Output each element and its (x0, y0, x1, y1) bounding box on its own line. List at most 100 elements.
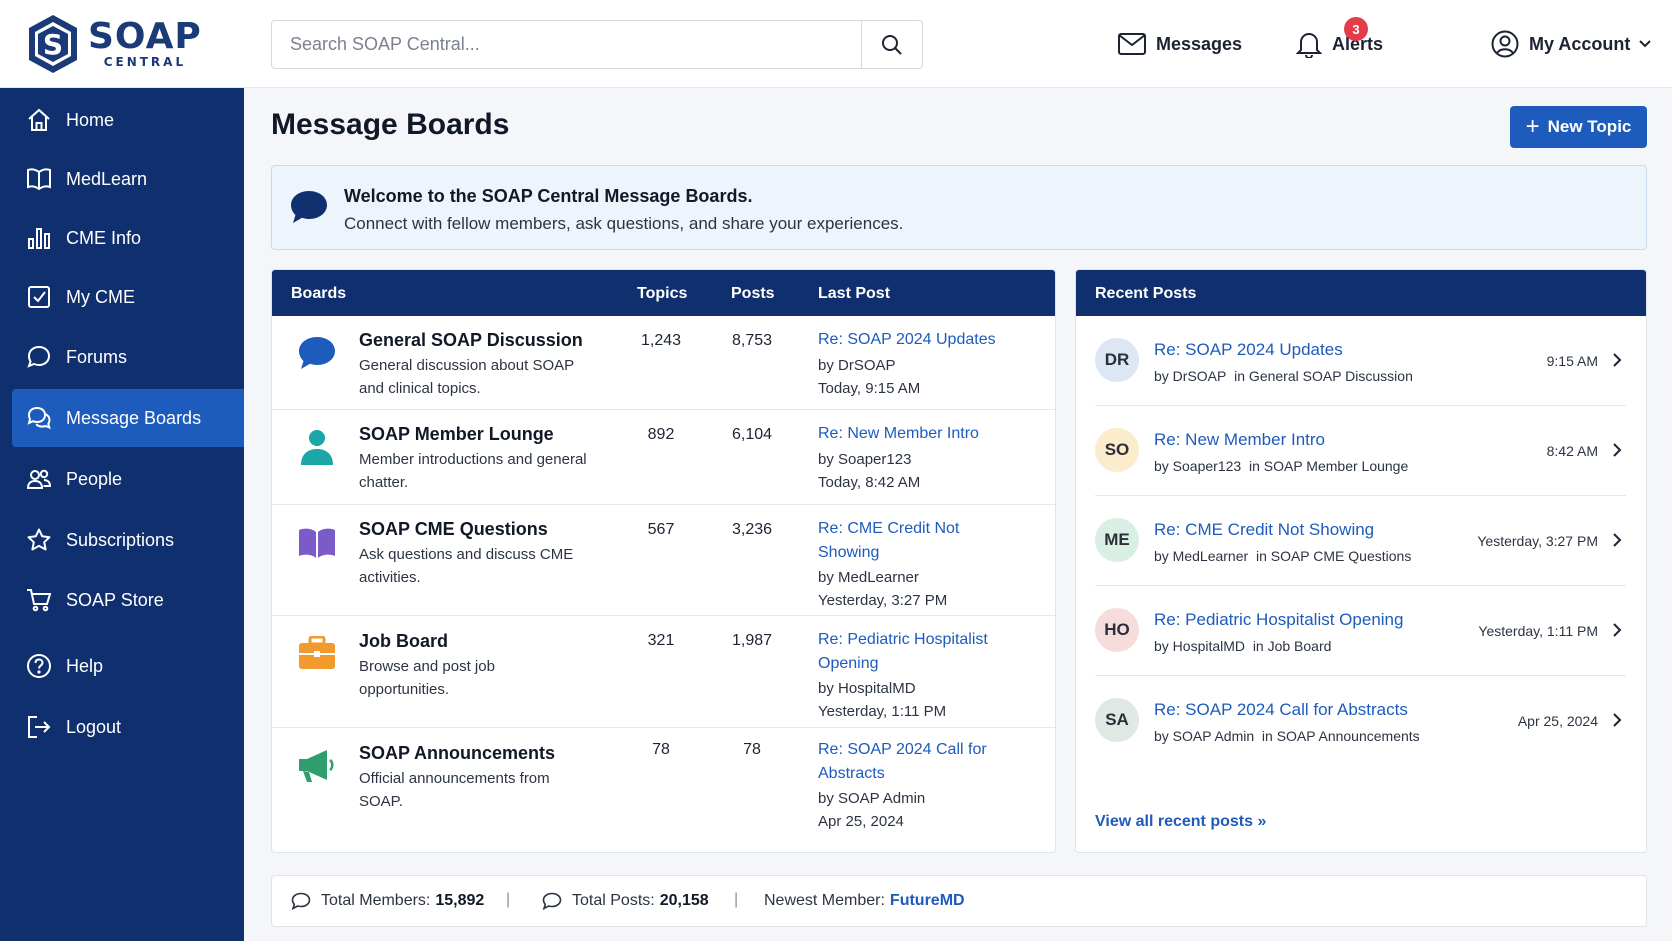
help-icon (27, 654, 51, 678)
table-row[interactable]: SOAP Announcements Official announcement… (272, 728, 1055, 852)
last-post-author: by DrSOAP (818, 357, 896, 374)
page-title: Message Boards (271, 108, 510, 141)
star-icon (27, 528, 51, 551)
sidebar-item-people[interactable]: People (12, 450, 244, 508)
table-row[interactable]: SOAP CME Questions Ask questions and dis… (272, 505, 1055, 616)
post-board: in SOAP CME Questions (1255, 548, 1412, 564)
svg-text:S: S (43, 28, 63, 61)
posts-count: 1,987 (731, 632, 773, 649)
last-post-link[interactable]: Re: Pediatric Hospitalist Opening (818, 628, 1008, 676)
new-topic-button[interactable]: + New Topic (1510, 106, 1647, 148)
post-title-link[interactable]: Re: New Member Intro (1154, 430, 1325, 450)
sidebar-item-label: Home (66, 109, 115, 130)
my-account-menu[interactable]: My Account (1491, 26, 1652, 62)
view-all-recent-posts-link[interactable]: View all recent posts » (1095, 813, 1266, 831)
sidebar-item-logout[interactable]: Logout (12, 698, 244, 756)
newest-member-link[interactable]: FutureMD (890, 892, 965, 910)
posts-count: 8,753 (731, 332, 773, 349)
bell-icon (1296, 33, 1322, 58)
post-meta: by DrSOAP in General SOAP Discussion (1154, 368, 1413, 384)
chevron-right-icon (1613, 533, 1622, 547)
board-description: Member introductions and general chatter… (359, 451, 587, 491)
alerts-link[interactable]: Alerts 3 (1296, 17, 1383, 62)
brand-name: SOAP (88, 16, 202, 57)
post-author: by SOAP Admin (1154, 728, 1255, 744)
messages-label: Messages (1156, 33, 1243, 54)
total-posts-value: 20,158 (659, 892, 709, 909)
post-author: by DrSOAP (1154, 368, 1227, 384)
board-name[interactable]: SOAP Member Lounge (359, 424, 554, 445)
list-item[interactable]: SA Re: SOAP 2024 Call for Abstracts by S… (1095, 676, 1626, 766)
list-item[interactable]: DR Re: SOAP 2024 Updates by DrSOAP in Ge… (1095, 316, 1626, 406)
last-post-link[interactable]: Re: SOAP 2024 Updates (818, 328, 1018, 352)
table-row[interactable]: General SOAP Discussion General discussi… (272, 316, 1055, 410)
board-description: Ask questions and discuss CME activities… (359, 546, 574, 586)
last-post-link[interactable]: Re: CME Credit Not Showing (818, 517, 978, 565)
board-description: Browse and post job opportunities. (359, 658, 495, 698)
chevron-right-icon (1613, 443, 1622, 457)
sidebar-item-medlearn[interactable]: MedLearn (12, 150, 244, 208)
board-name[interactable]: SOAP Announcements (359, 743, 555, 764)
boards-table: Boards Topics Posts Last Post General SO… (271, 269, 1056, 853)
sidebar-item-label: MedLearn (66, 168, 148, 189)
avatar: ME (1095, 518, 1139, 562)
chat-bubble-icon (542, 892, 562, 910)
stats-separator: | (734, 891, 739, 908)
post-board: in General SOAP Discussion (1234, 368, 1413, 384)
total-members-stat: Total Members: 15,892 (291, 892, 484, 910)
posts-count: 3,236 (731, 521, 773, 538)
sidebar-item-message-boards[interactable]: Message Boards (12, 389, 244, 447)
last-post-time: Yesterday, 3:27 PM (818, 592, 948, 609)
messages-link[interactable]: Messages (1118, 26, 1242, 62)
topics-count: 78 (652, 741, 670, 758)
list-item[interactable]: SO Re: New Member Intro by Soaper123 in … (1095, 406, 1626, 496)
board-name[interactable]: SOAP CME Questions (359, 519, 548, 540)
last-post-link[interactable]: Re: New Member Intro (818, 422, 1018, 446)
list-item[interactable]: HO Re: Pediatric Hospitalist Opening by … (1095, 586, 1626, 676)
post-meta: by HospitalMD in Job Board (1154, 638, 1331, 654)
sidebar-item-subscriptions[interactable]: Subscriptions (12, 511, 244, 569)
table-row[interactable]: Job Board Browse and post job opportunit… (272, 616, 1055, 728)
forum-stats-bar: Total Members: 15,892 | Total Posts: 20,15… (271, 875, 1647, 927)
avatar: SA (1095, 698, 1139, 742)
board-description: Official announcements from SOAP. (359, 770, 550, 810)
logo[interactable]: S SOAP CENTRAL (26, 13, 206, 75)
post-author: by MedLearner (1154, 548, 1249, 564)
post-meta: by MedLearner in SOAP CME Questions (1154, 548, 1411, 564)
sidebar-item-my-cme[interactable]: My CME (12, 268, 244, 326)
post-meta: by Soaper123 in SOAP Member Lounge (1154, 458, 1408, 474)
boards-table-header: Boards Topics Posts Last Post (272, 270, 1055, 316)
post-author: by HospitalMD (1154, 638, 1246, 654)
sidebar-item-label: People (66, 468, 123, 489)
search-input[interactable] (272, 21, 861, 68)
open-book-icon (299, 528, 335, 558)
speech-bubble-icon (299, 337, 335, 369)
my-account-label: My Account (1529, 33, 1631, 54)
board-name[interactable]: Job Board (359, 631, 448, 652)
search-button[interactable] (861, 21, 922, 68)
recent-posts-panel: Recent Posts DR Re: SOAP 2024 Updates by… (1075, 269, 1647, 853)
last-post-time: Today, 8:42 AM (818, 474, 921, 491)
chat-bubbles-icon (27, 406, 51, 430)
last-post-author: by SOAP Admin (818, 790, 926, 807)
list-item[interactable]: ME Re: CME Credit Not Showing by MedLear… (1095, 496, 1626, 586)
post-title-link[interactable]: Re: SOAP 2024 Updates (1154, 340, 1343, 360)
last-post-time: Yesterday, 1:11 PM (818, 703, 947, 720)
post-board: in Job Board (1252, 638, 1332, 654)
table-row[interactable]: SOAP Member Lounge Member introductions … (272, 410, 1055, 505)
total-members-value: 15,892 (435, 892, 485, 909)
sidebar-item-cme-info[interactable]: CME Info (12, 209, 244, 267)
search-icon (882, 34, 902, 55)
board-name[interactable]: General SOAP Discussion (359, 330, 583, 351)
sidebar-item-home[interactable]: Home (12, 91, 244, 149)
sidebar-item-soap-store[interactable]: SOAP Store (12, 571, 244, 629)
post-title-link[interactable]: Re: SOAP 2024 Call for Abstracts (1154, 700, 1408, 720)
sidebar-item-help[interactable]: Help (12, 637, 244, 695)
post-title-link[interactable]: Re: Pediatric Hospitalist Opening (1154, 610, 1403, 630)
top-bar: S SOAP CENTRAL Messages Alerts 3 My Acco… (0, 0, 1672, 88)
post-board: in SOAP Announcements (1261, 728, 1420, 744)
last-post-link[interactable]: Re: SOAP 2024 Call for Abstracts (818, 738, 998, 786)
shield-logo-icon: S (29, 15, 77, 73)
post-title-link[interactable]: Re: CME Credit Not Showing (1154, 520, 1374, 540)
sidebar-item-forums[interactable]: Forums (12, 328, 244, 386)
